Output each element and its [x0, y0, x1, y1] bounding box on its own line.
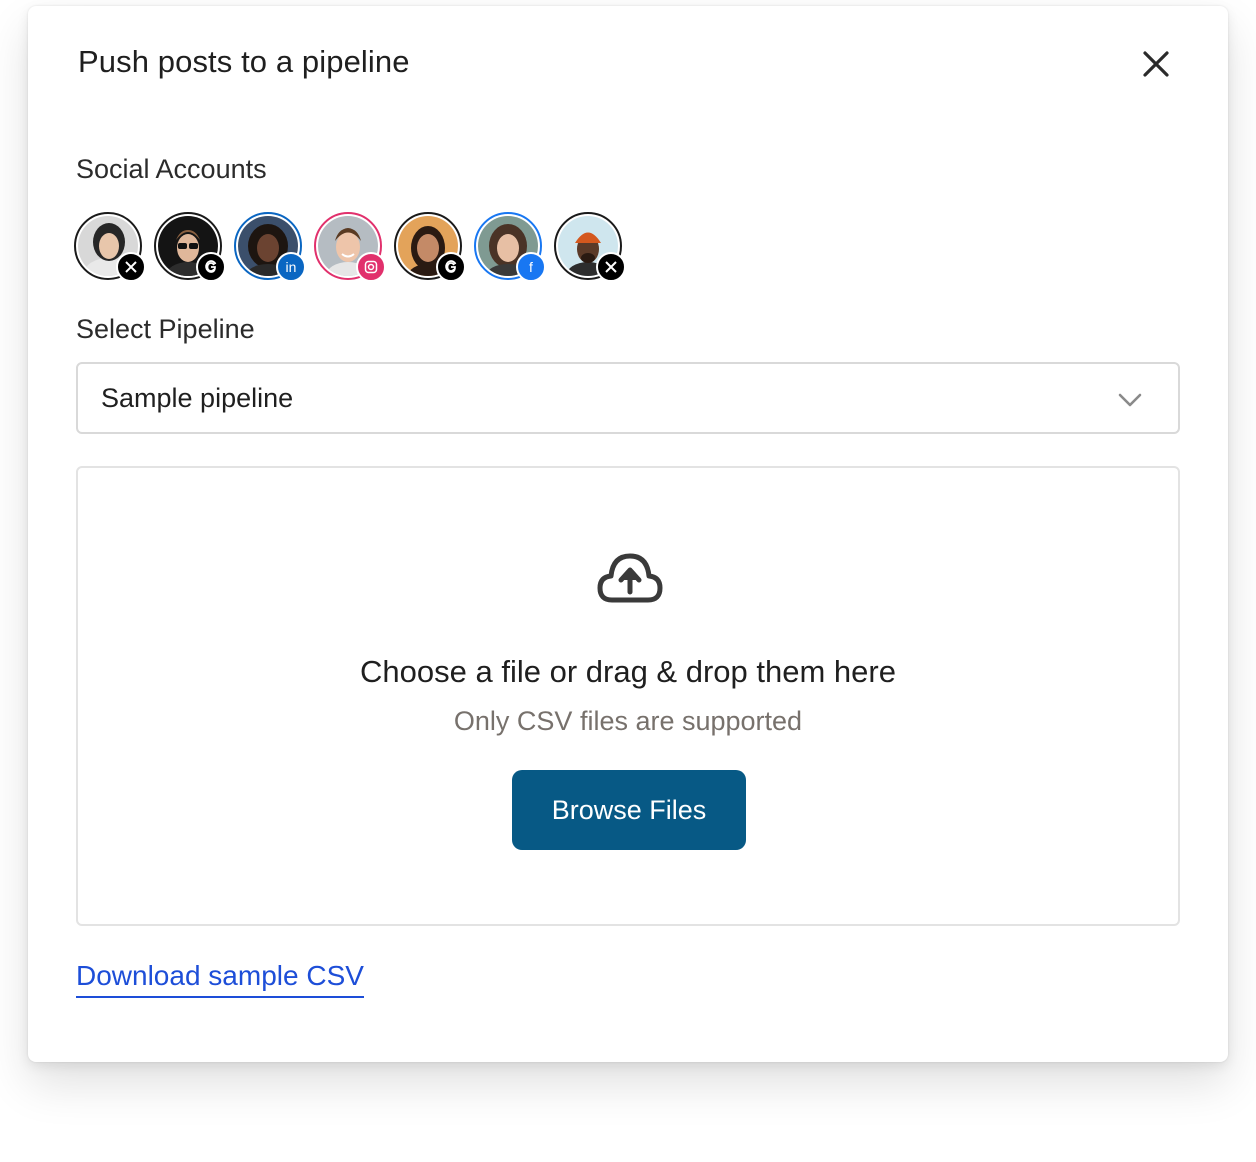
- browse-files-button[interactable]: Browse Files: [512, 770, 746, 850]
- close-icon: [1143, 51, 1169, 77]
- account-avatar-threads[interactable]: [154, 212, 226, 282]
- select-pipeline-label: Select Pipeline: [76, 314, 255, 344]
- chevron-down-icon: [1118, 393, 1142, 407]
- linkedin-badge-text: in: [285, 259, 297, 275]
- push-posts-modal: Push posts to a pipeline Social Accounts: [28, 6, 1228, 1062]
- social-accounts-list: in f: [74, 212, 634, 284]
- dropzone-title: Choose a file or drag & drop them here: [360, 654, 896, 689]
- social-accounts-label: Social Accounts: [76, 154, 267, 184]
- facebook-icon: f: [516, 252, 546, 282]
- pipeline-select[interactable]: Sample pipeline: [76, 362, 1180, 434]
- cloud-upload-icon: [597, 553, 663, 603]
- account-avatar-instagram[interactable]: [314, 212, 386, 282]
- instagram-icon: [356, 252, 386, 282]
- facebook-badge-text: f: [529, 259, 533, 275]
- account-avatar-threads[interactable]: [394, 212, 466, 282]
- account-avatar-facebook[interactable]: f: [474, 212, 546, 282]
- linkedin-icon: in: [276, 252, 306, 282]
- x-icon: [116, 252, 146, 282]
- threads-icon: [436, 252, 466, 282]
- close-button[interactable]: [1136, 44, 1176, 84]
- account-avatar-x[interactable]: [74, 212, 146, 282]
- file-dropzone[interactable]: Choose a file or drag & drop them here O…: [76, 466, 1180, 926]
- dropzone-subtitle: Only CSV files are supported: [453, 706, 803, 736]
- modal-title: Push posts to a pipeline: [78, 44, 410, 79]
- pipeline-select-value: Sample pipeline: [101, 382, 294, 413]
- account-avatar-x[interactable]: [554, 212, 626, 282]
- account-avatar-linkedin[interactable]: in: [234, 212, 306, 282]
- download-sample-csv-link[interactable]: Download sample CSV: [76, 960, 364, 998]
- x-icon: [596, 252, 626, 282]
- threads-icon: [196, 252, 226, 282]
